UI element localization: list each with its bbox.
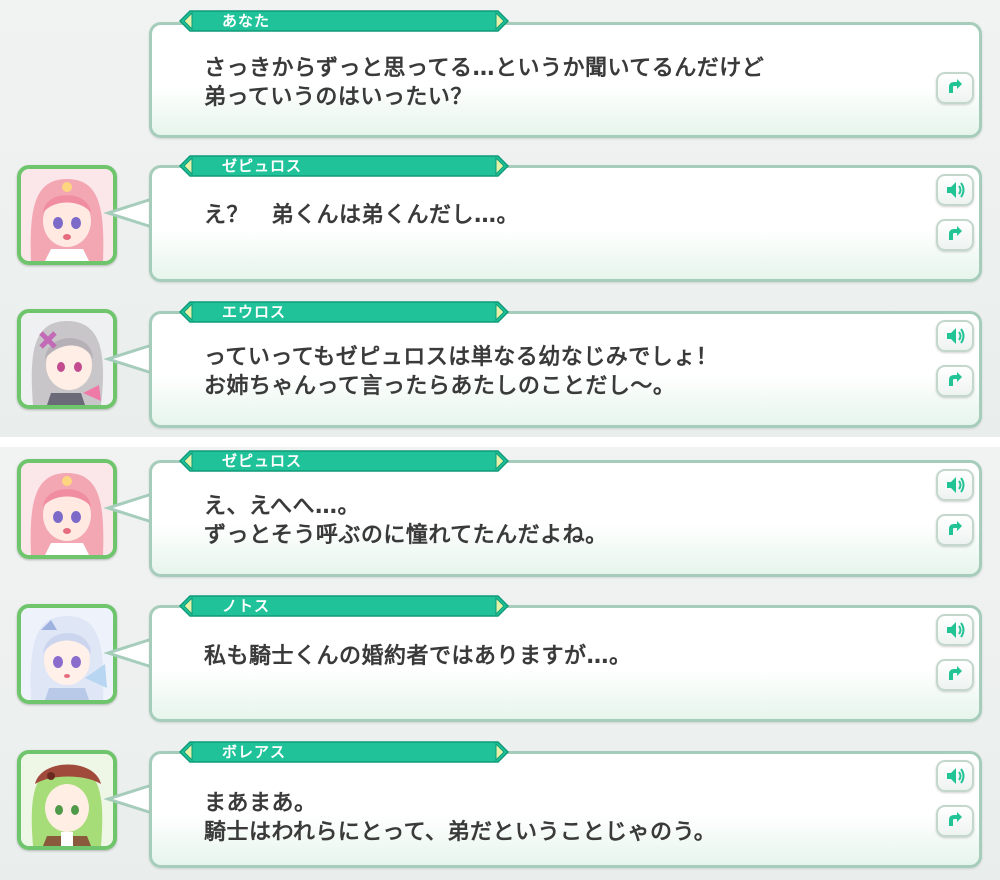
speaker-nameplate: ノトス bbox=[178, 594, 510, 618]
speaker-nameplate: ゼピュロス bbox=[178, 154, 510, 178]
replay-icon bbox=[949, 372, 962, 386]
message-line: っていってもゼピュロスは単なる幼なじみでしょ！ bbox=[204, 345, 719, 370]
message-text: さっきからずっと思ってる…というか聞いてるんだけど 弟っていうのはいったい？ bbox=[204, 54, 764, 112]
zephyros-avatar[interactable] bbox=[17, 459, 117, 559]
replay-button[interactable] bbox=[936, 365, 974, 397]
replay-icon bbox=[949, 812, 962, 826]
speaker-name: ゼピュロス bbox=[222, 157, 303, 175]
bubble-tail bbox=[104, 637, 153, 669]
speaker-name: エウロス bbox=[222, 303, 287, 321]
boreas-avatar[interactable] bbox=[17, 750, 117, 850]
message-line: 騎士はわれらにとって、弟だということじゃのう。 bbox=[204, 820, 717, 845]
message-line: え、えへへ…。 bbox=[204, 494, 360, 519]
character-portrait bbox=[21, 313, 113, 405]
voice-button[interactable] bbox=[936, 760, 974, 792]
speaker-name: ゼピュロス bbox=[222, 452, 303, 470]
speaker-icon bbox=[947, 622, 965, 638]
euros-avatar[interactable] bbox=[17, 309, 117, 409]
message-line: 私も騎士くんの婚約者ではありますが…。 bbox=[204, 644, 632, 669]
message-text: まあまあ。 騎士はわれらにとって、弟だということじゃのう。 bbox=[204, 789, 716, 847]
replay-icon bbox=[949, 521, 962, 535]
replay-button[interactable] bbox=[936, 805, 974, 837]
message-line: え？ 弟くんは弟くんだし…。 bbox=[204, 203, 520, 228]
replay-button[interactable] bbox=[936, 72, 974, 104]
message-text: え、えへへ…。 ずっとそう呼ぶのに憧れてたんだよね。 bbox=[204, 492, 608, 550]
voice-button[interactable] bbox=[936, 469, 974, 501]
speaker-nameplate: ゼピュロス bbox=[178, 449, 510, 473]
panel-divider bbox=[0, 437, 1000, 447]
character-portrait bbox=[21, 754, 113, 846]
message-bubble: まあまあ。 騎士はわれらにとって、弟だということじゃのう。 bbox=[149, 751, 982, 868]
message-bubble: さっきからずっと思ってる…というか聞いてるんだけど 弟っていうのはいったい？ bbox=[149, 22, 982, 138]
speaker-nameplate: ボレアス bbox=[178, 740, 510, 764]
zephyros-avatar[interactable] bbox=[17, 165, 117, 265]
bubble-tail bbox=[104, 343, 153, 375]
replay-icon bbox=[949, 226, 962, 240]
speaker-nameplate: エウロス bbox=[178, 300, 510, 324]
speaker-nameplate: あなた bbox=[178, 9, 510, 33]
speaker-icon bbox=[947, 182, 965, 198]
message-line: ずっとそう呼ぶのに憧れてたんだよね。 bbox=[204, 523, 608, 548]
speaker-name: ノトス bbox=[222, 597, 271, 615]
message-bubble: 私も騎士くんの婚約者ではありますが…。 bbox=[149, 605, 982, 722]
speaker-name: あなた bbox=[222, 12, 271, 30]
notos-avatar[interactable] bbox=[17, 604, 117, 704]
replay-icon bbox=[949, 666, 962, 680]
message-line: 弟っていうのはいったい？ bbox=[204, 85, 473, 110]
message-line: さっきからずっと思ってる…というか聞いてるんだけど bbox=[204, 56, 765, 81]
voice-button[interactable] bbox=[936, 320, 974, 352]
message-text: 私も騎士くんの婚約者ではありますが…。 bbox=[204, 642, 632, 671]
message-bubble: え、えへへ…。 ずっとそう呼ぶのに憧れてたんだよね。 bbox=[149, 460, 982, 577]
character-portrait bbox=[21, 463, 113, 555]
speaker-icon bbox=[947, 477, 965, 493]
message-text: っていってもゼピュロスは単なる幼なじみでしょ！ お姉ちゃんって言ったらあたしのこ… bbox=[204, 343, 718, 401]
bubble-tail bbox=[104, 783, 153, 815]
bubble-tail bbox=[104, 492, 153, 524]
speaker-icon bbox=[947, 768, 965, 784]
character-portrait bbox=[21, 169, 113, 261]
speaker-name: ボレアス bbox=[222, 743, 287, 761]
message-line: まあまあ。 bbox=[204, 791, 317, 816]
voice-button[interactable] bbox=[936, 174, 974, 206]
replay-button[interactable] bbox=[936, 219, 974, 251]
character-portrait bbox=[21, 608, 113, 700]
voice-button[interactable] bbox=[936, 614, 974, 646]
bubble-tail bbox=[104, 197, 153, 229]
speaker-icon bbox=[947, 328, 965, 344]
message-text: え？ 弟くんは弟くんだし…。 bbox=[204, 201, 519, 230]
replay-button[interactable] bbox=[936, 659, 974, 691]
message-bubble: え？ 弟くんは弟くんだし…。 bbox=[149, 165, 982, 282]
replay-button[interactable] bbox=[936, 514, 974, 546]
message-line: お姉ちゃんって言ったらあたしのことだし～。 bbox=[204, 374, 676, 399]
message-bubble: っていってもゼピュロスは単なる幼なじみでしょ！ お姉ちゃんって言ったらあたしのこ… bbox=[149, 311, 982, 428]
replay-icon bbox=[949, 79, 962, 93]
